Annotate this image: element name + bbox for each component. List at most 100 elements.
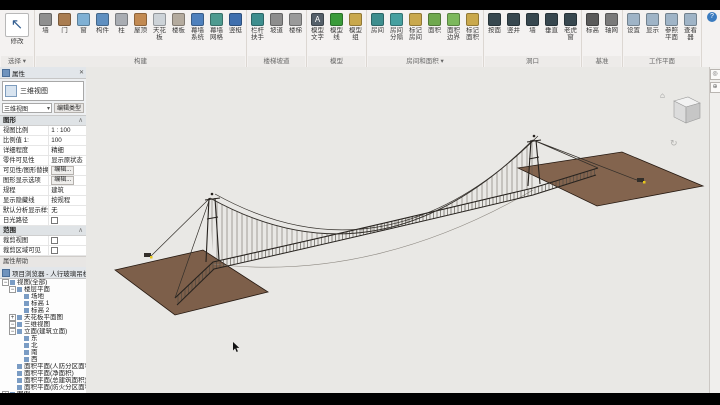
tree-item[interactable]: 南 (0, 349, 86, 356)
property-value[interactable]: 1 : 100 (48, 126, 86, 135)
edit-type-button[interactable]: 编辑类型 (54, 103, 84, 113)
ribbon-button-column[interactable]: 柱 (112, 11, 131, 34)
tree-item[interactable]: −立面(建筑立面) (0, 328, 86, 335)
ribbon-panel-caption[interactable]: 选择 ▾ (1, 56, 33, 67)
zoom-icon[interactable]: ⊕ (710, 82, 720, 93)
ribbon-button-component[interactable]: 构件 (93, 11, 112, 34)
property-value[interactable]: 100 (48, 136, 86, 145)
checkbox[interactable] (51, 247, 58, 254)
scrollbar[interactable]: ◎ ⊕ (709, 67, 720, 393)
property-section-header[interactable]: 范围∧ (0, 226, 86, 236)
viewcube[interactable]: ⌂ ↻ (660, 91, 706, 149)
tree-item[interactable]: + 天花板平面图 (0, 314, 86, 321)
tree-item[interactable]: 东 (0, 335, 86, 342)
ribbon-button-area-boundary[interactable]: 面积边界 (444, 11, 463, 41)
tree-item[interactable]: −楼层平面 (0, 286, 86, 293)
type-row: 三维视图 ▾ 编辑类型 (2, 103, 84, 113)
type-selector[interactable]: 三维视图 (2, 81, 84, 101)
property-value[interactable]: 按规程 (48, 196, 86, 205)
property-value[interactable]: 无 (48, 206, 86, 215)
ribbon-button-floor[interactable]: 楼板 (169, 11, 188, 34)
ribbon-button-wall-opening[interactable]: 墙 (523, 11, 542, 34)
ribbon-button-model-group[interactable]: 模型组 (346, 11, 365, 41)
property-value[interactable]: 建筑 (48, 186, 86, 195)
property-checkbox-cell[interactable] (48, 216, 86, 225)
tree-expander-icon[interactable]: − (9, 286, 16, 293)
edit-button[interactable]: 编辑... (51, 176, 74, 185)
ribbon-button-curtain-system[interactable]: 幕墙系统 (188, 11, 207, 41)
ribbon-button-opening-by-face[interactable]: 按面 (485, 11, 504, 34)
viewcube-cube[interactable] (660, 91, 706, 149)
tree-expander-icon[interactable]: + (2, 391, 9, 393)
ribbon-button-tag-area[interactable]: 标记面积 (463, 11, 482, 41)
tree-expander-icon[interactable]: + (9, 314, 16, 321)
ribbon-button-ramp[interactable]: 坡道 (267, 11, 286, 34)
ribbon-button-level[interactable]: 标高 (583, 11, 602, 34)
tree-item[interactable]: 面积平面(总建筑面积) (0, 377, 86, 384)
navigation-wheel-icon[interactable]: ◎ (710, 69, 720, 80)
modify-button[interactable]: ↖ 修改 (1, 11, 33, 45)
tree-expander-icon[interactable]: − (2, 279, 9, 286)
tree-item-label: 天花板平面图 (24, 314, 63, 321)
tree-item[interactable]: 面积平面(人防分区面积) (0, 363, 86, 370)
ribbon-button-wall[interactable]: 墙 (36, 11, 55, 34)
home-icon[interactable]: ⌂ (660, 91, 665, 100)
ribbon-button-room[interactable]: 房间 (368, 11, 387, 34)
tree-item[interactable]: 场地 (0, 293, 86, 300)
property-checkbox-cell[interactable] (48, 236, 86, 245)
tree-item[interactable]: +图例 (0, 391, 86, 393)
tree-expander-icon[interactable]: − (9, 328, 16, 335)
checkbox[interactable] (51, 217, 58, 224)
ribbon-button-door[interactable]: 门 (55, 11, 74, 34)
tree-item[interactable]: 北 (0, 342, 86, 349)
view-instance-combo[interactable]: 三维视图 ▾ (2, 103, 52, 113)
help-icon[interactable]: ? (707, 12, 717, 22)
tree-item[interactable]: 面积平面(净面积) (0, 370, 86, 377)
rotate-icon[interactable]: ↻ (670, 138, 678, 149)
drawing-area[interactable]: ⌂ ↻ (86, 67, 710, 393)
ribbon-button-set-workplane[interactable]: 设置 (624, 11, 643, 34)
tree-item[interactable]: 标高 2 (0, 307, 86, 314)
property-button-cell[interactable]: 编辑... (48, 176, 86, 185)
ribbon-button-window[interactable]: 窗 (74, 11, 93, 34)
property-value[interactable]: 显示原状态 (48, 156, 86, 165)
tree-expander-icon[interactable]: − (9, 321, 16, 328)
tree-item[interactable]: 标高 1 (0, 300, 86, 307)
ribbon-button-model-text[interactable]: A模型文字 (308, 11, 327, 41)
ribbon-button-grid[interactable]: 轴网 (602, 11, 621, 34)
ribbon-button-show-workplane[interactable]: 显示 (643, 11, 662, 34)
ribbon-panel-caption: 洞口 (485, 56, 580, 67)
edit-button[interactable]: 编辑... (51, 166, 74, 175)
ribbon-button-ceiling[interactable]: 天花板 (150, 11, 169, 41)
tree-item[interactable]: −三维视图 (0, 321, 86, 328)
ribbon-button-area[interactable]: 面积 (425, 11, 444, 34)
ribbon-button-curtain-grid[interactable]: 幕墙网格 (207, 11, 226, 41)
checkbox[interactable] (51, 237, 58, 244)
ribbon-button-viewer[interactable]: 查看器 (681, 11, 700, 41)
tree-item[interactable]: 面积平面(防火分区面积) (0, 384, 86, 391)
properties-help[interactable]: 属性帮助 (0, 256, 86, 267)
ribbon-button-room-separator[interactable]: 房间分隔 (387, 11, 406, 41)
ribbon-button-model-line[interactable]: 模型线 (327, 11, 346, 41)
ribbon-button-stair[interactable]: 楼梯 (286, 11, 305, 34)
ribbon-panel-caption: 构建 (36, 56, 245, 67)
tree-item[interactable]: 西 (0, 356, 86, 363)
tree-item-icon (24, 357, 29, 362)
ribbon-button-mullion[interactable]: 竖梃 (226, 11, 245, 34)
tree-item[interactable]: −视图(全部) (0, 279, 86, 286)
ribbon-button-shaft[interactable]: 竖井 (504, 11, 523, 34)
roof-icon (134, 13, 147, 26)
property-checkbox-cell[interactable] (48, 246, 86, 255)
property-section-header[interactable]: 图形∧ (0, 116, 86, 126)
ribbon-button-roof[interactable]: 屋顶 (131, 11, 150, 34)
property-value[interactable]: 精细 (48, 146, 86, 155)
ribbon-button-railing[interactable]: 栏杆扶手 (248, 11, 267, 41)
ribbon-button-vertical-opening[interactable]: 垂直 (542, 11, 561, 34)
close-icon[interactable]: ✕ (79, 69, 84, 76)
property-row: 视图比例1 : 100 (0, 126, 86, 136)
ribbon-button-dormer[interactable]: 老虎窗 (561, 11, 580, 41)
ribbon-button-tag-room[interactable]: 标记房间 (406, 11, 425, 41)
ribbon-panel-caption[interactable]: 房间和面积 ▾ (368, 56, 482, 67)
property-button-cell[interactable]: 编辑... (48, 166, 86, 175)
ribbon-button-ref-plane[interactable]: 参照平面 (662, 11, 681, 41)
